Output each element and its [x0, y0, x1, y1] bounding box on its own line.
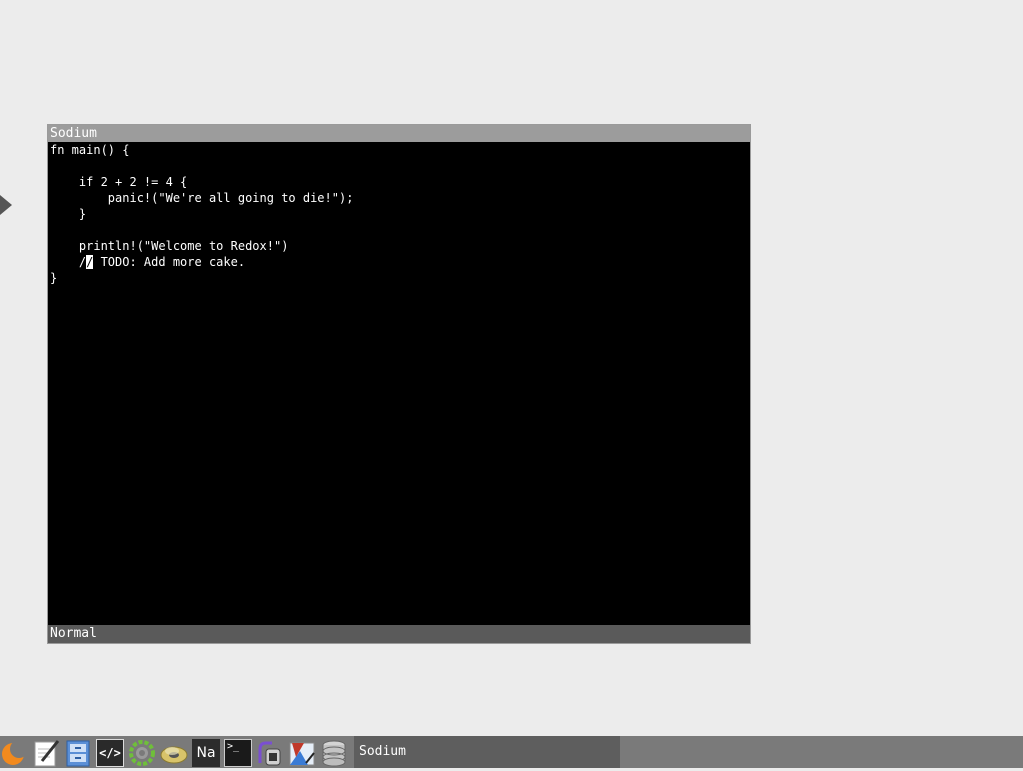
text-editor-pen-icon[interactable] — [32, 739, 60, 767]
code-editor-glyph: </> — [99, 746, 121, 760]
code-line-3: if 2 + 2 != 4 { — [50, 175, 188, 189]
editor-mode-statusbar: Normal — [48, 625, 750, 643]
sodium-editor-window[interactable]: Sodium fn main() { if 2 + 2 != 4 { panic… — [47, 124, 751, 644]
code-line-9: } — [50, 271, 58, 285]
editor-mode-label: Normal — [50, 626, 97, 641]
sodium-na-label: Na — [196, 745, 216, 761]
code-line-1: fn main() { — [50, 143, 130, 157]
sodium-na-icon[interactable]: Na — [192, 739, 220, 767]
code-editor-area[interactable]: fn main() { if 2 + 2 != 4 { panic!("We'r… — [48, 142, 750, 625]
system-monitor-icon[interactable] — [256, 739, 284, 767]
viewer-disc-icon[interactable] — [160, 739, 188, 767]
database-icon[interactable] — [320, 739, 348, 767]
paint-icon[interactable] — [288, 739, 316, 767]
taskbar-task-label: Sodium — [359, 744, 406, 759]
taskbar-active-task-sodium[interactable]: Sodium — [354, 736, 620, 768]
code-line-7: println!("Welcome to Redox!") — [50, 239, 289, 253]
terminal-icon[interactable]: >_ — [224, 739, 252, 767]
updater-gear-icon[interactable] — [128, 739, 156, 767]
code-editor-icon[interactable]: </> — [96, 739, 124, 767]
window-title: Sodium — [50, 126, 97, 141]
desktop: Sodium fn main() { if 2 + 2 != 4 { panic… — [0, 0, 1023, 768]
mouse-pointer-icon — [0, 195, 12, 215]
caret-line-suffix: TODO: Add more cake. — [93, 255, 246, 269]
window-titlebar[interactable]: Sodium — [48, 125, 750, 142]
caret-line-prefix: / — [50, 255, 87, 269]
terminal-glyph: >_ — [227, 741, 240, 752]
code-line-5: } — [50, 207, 87, 221]
file-manager-icon[interactable] — [64, 739, 92, 767]
launcher-moon-icon[interactable] — [0, 739, 28, 767]
code-line-4: panic!("We're all going to die!"); — [50, 191, 354, 205]
code-line-8-caret: // TODO: Add more cake. — [50, 254, 245, 270]
taskbar: </> Na >_ Sodium — [0, 736, 1023, 768]
